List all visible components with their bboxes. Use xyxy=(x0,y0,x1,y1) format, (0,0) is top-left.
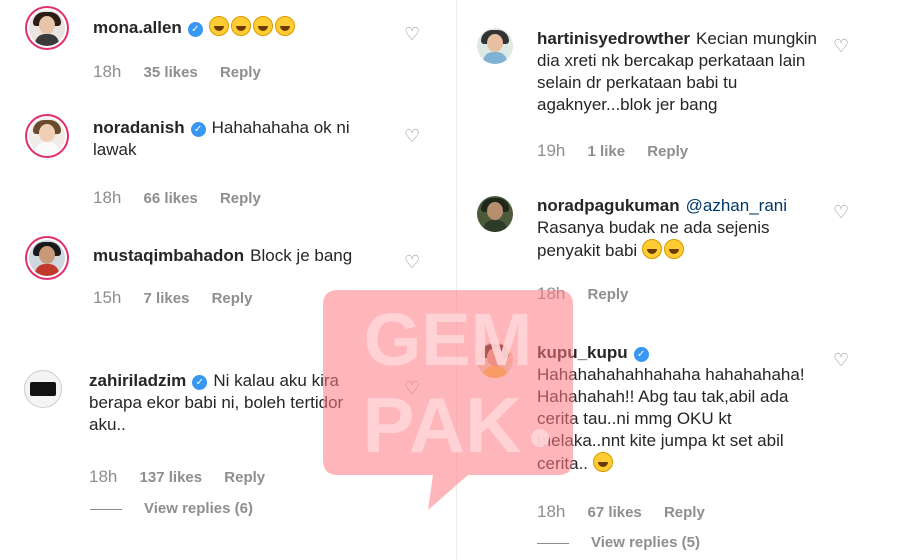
comment-mona-allen: mona.allen ✓ ♡ 18h 35 likes Reply xyxy=(0,0,450,100)
avatar[interactable] xyxy=(477,28,513,64)
emoji-laugh-icon xyxy=(252,16,273,36)
comment-meta: 18h Reply xyxy=(537,284,628,304)
likes-count[interactable]: 1 like xyxy=(588,143,626,160)
comment-noradanish: noradanish ✓ Hahahahaha ok ni lawak ♡ 18h … xyxy=(0,100,450,220)
reply-button[interactable]: Reply xyxy=(220,190,261,207)
likes-count[interactable]: 35 likes xyxy=(144,64,198,81)
emoji-laugh-icon xyxy=(208,16,229,36)
likes-count[interactable]: 66 likes xyxy=(144,190,198,207)
like-heart-icon[interactable]: ♡ xyxy=(404,378,420,399)
likes-count[interactable]: 137 likes xyxy=(140,469,203,486)
comment-meta: 18h 67 likes Reply xyxy=(537,502,705,522)
username[interactable]: mustaqimbahadon xyxy=(93,246,244,265)
emoji-rofl-icon xyxy=(663,239,684,259)
like-heart-icon[interactable]: ♡ xyxy=(404,24,420,45)
comment-meta: 18h 66 likes Reply xyxy=(93,188,261,208)
right-comments-panel-lower: kupu_kupu ✓ Hahahahahahhahaha hahahahaha! … xyxy=(456,316,900,560)
username[interactable]: kupu_kupu xyxy=(537,343,628,362)
reply-button[interactable]: Reply xyxy=(664,504,705,521)
emoji-laugh-icon xyxy=(592,452,613,472)
timestamp: 18h xyxy=(93,62,122,81)
like-heart-icon[interactable]: ♡ xyxy=(833,36,849,57)
verified-badge-icon: ✓ xyxy=(187,22,203,37)
reply-button[interactable]: Reply xyxy=(220,64,261,81)
right-comments-panel: hartinisyedrowther Kecian mungkin dia xre… xyxy=(456,0,900,310)
timestamp: 19h xyxy=(537,141,566,160)
view-replies-label: View replies (6) xyxy=(144,500,253,517)
username[interactable]: hartinisyedrowther xyxy=(537,29,690,48)
reply-button[interactable]: Reply xyxy=(212,290,253,307)
reply-button[interactable]: Reply xyxy=(588,286,629,303)
left-comments-panel-lower: zahiriladzim ✓ Ni kalau aku kira berapa ek… xyxy=(0,340,450,560)
divider xyxy=(537,542,569,544)
username[interactable]: zahiriladzim xyxy=(89,371,186,390)
verified-badge-icon: ✓ xyxy=(192,375,208,390)
emoji-laugh-icon xyxy=(274,16,295,36)
divider xyxy=(90,508,122,510)
left-comments-panel: mona.allen ✓ ♡ 18h 35 likes Reply noradan… xyxy=(0,0,450,330)
view-replies-button[interactable]: View replies (6) xyxy=(90,500,253,517)
comment-meta: 18h 137 likes Reply xyxy=(89,467,265,487)
avatar[interactable] xyxy=(29,10,65,46)
timestamp: 18h xyxy=(93,188,122,207)
likes-count[interactable]: 67 likes xyxy=(588,504,642,521)
username[interactable]: noradpagukuman xyxy=(537,196,680,215)
comment-meta: 15h 7 likes Reply xyxy=(93,288,252,308)
emoji-laugh-icon xyxy=(230,16,251,36)
view-replies-button[interactable]: View replies (5) xyxy=(537,534,700,551)
comment-hartinisyedrowther: hartinisyedrowther Kecian mungkin dia xre… xyxy=(457,0,900,170)
like-heart-icon[interactable]: ♡ xyxy=(833,202,849,223)
likes-count[interactable]: 7 likes xyxy=(144,290,190,307)
comment-meta: 18h 35 likes Reply xyxy=(93,62,261,82)
like-heart-icon[interactable]: ♡ xyxy=(404,126,420,147)
avatar[interactable] xyxy=(29,240,65,276)
comment-noradpagukuman: noradpagukuman @azhan_rani Rasanya budak … xyxy=(457,186,900,310)
timestamp: 18h xyxy=(537,502,566,521)
timestamp: 18h xyxy=(537,284,566,303)
avatar[interactable] xyxy=(29,118,65,154)
mention-link[interactable]: @azhan_rani xyxy=(686,196,787,215)
username[interactable]: mona.allen xyxy=(93,18,182,37)
comment-text: Hahahahahahhahaha hahahahaha! Hahahahah!… xyxy=(537,365,805,473)
avatar[interactable] xyxy=(24,370,62,408)
comment-text: Block je bang xyxy=(250,246,353,265)
view-replies-label: View replies (5) xyxy=(591,534,700,551)
timestamp: 15h xyxy=(93,288,122,307)
verified-badge-icon: ✓ xyxy=(633,347,649,362)
verified-badge-icon: ✓ xyxy=(190,122,206,137)
comment-kupu-kupu: kupu_kupu ✓ Hahahahahahhahaha hahahahaha! … xyxy=(457,316,900,560)
reply-button[interactable]: Reply xyxy=(647,143,688,160)
comment-meta: 19h 1 like Reply xyxy=(537,141,688,161)
comment-mustaqimbahadon: mustaqimbahadon Block je bang ♡ 15h 7 lik… xyxy=(0,226,450,326)
emoji-rofl-icon xyxy=(641,239,662,259)
reply-button[interactable]: Reply xyxy=(224,469,265,486)
timestamp: 18h xyxy=(89,467,118,486)
avatar[interactable] xyxy=(477,196,513,232)
username[interactable]: noradanish xyxy=(93,118,185,137)
like-heart-icon[interactable]: ♡ xyxy=(833,350,849,371)
comment-zahiriladzim: zahiriladzim ✓ Ni kalau aku kira berapa ek… xyxy=(0,340,450,560)
avatar[interactable] xyxy=(477,342,513,378)
like-heart-icon[interactable]: ♡ xyxy=(404,252,420,273)
